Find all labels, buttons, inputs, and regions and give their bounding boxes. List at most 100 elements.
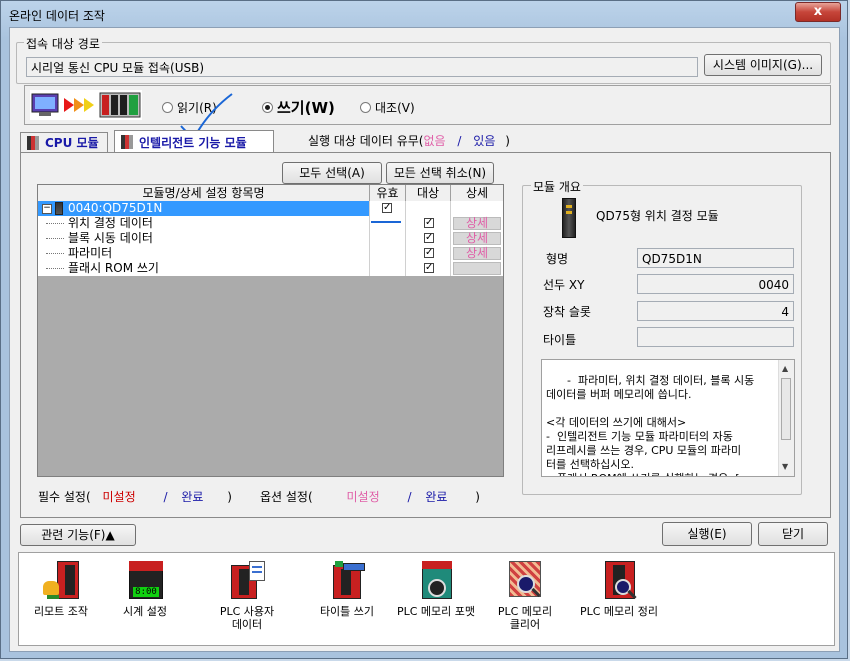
module-detail-cell <box>451 201 503 216</box>
plc-memory-arrange-icon <box>601 561 637 601</box>
tab-cpu-module[interactable]: CPU 모듈 <box>20 132 108 152</box>
optional-close: ) <box>475 490 480 504</box>
select-all-button[interactable]: 모두 선택(A) <box>282 162 382 184</box>
model-label: 형명 <box>546 252 569 266</box>
optional-label: 옵션 설정( <box>260 490 313 504</box>
module-description-box[interactable]: - 파라미터, 위치 결정 데이터, 블록 시동 데이터를 버퍼 메모리에 씁니… <box>541 359 795 477</box>
required-close: ) <box>227 490 232 504</box>
clock-setting-icon: 8:00 <box>127 561 163 601</box>
row-detail-cell: 상세 <box>451 231 503 246</box>
deselect-all-button[interactable]: 모든 선택 취소(N) <box>386 162 494 184</box>
cpu-module-icon <box>27 135 39 150</box>
table-row[interactable]: 플래시 ROM 쓰기 ✓ <box>38 261 503 276</box>
tool-label: PLC 메모리 포맷 <box>396 605 476 618</box>
scroll-up-icon[interactable]: ▲ <box>782 362 788 376</box>
row-name-cell: 위치 결정 데이터 <box>38 216 370 231</box>
row-valid-cell <box>370 261 406 276</box>
detail-button[interactable]: 상세 <box>453 232 501 245</box>
row-target-checkbox[interactable]: ✓ <box>424 218 434 228</box>
tool-plc-user-data[interactable]: PLC 사용자 데이터 <box>205 561 289 631</box>
tool-plc-memory-clear[interactable]: PLC 메모리 클리어 <box>489 561 561 631</box>
row-detail-cell: 상세 <box>451 246 503 261</box>
tab-intelligent-module[interactable]: 인텔리전트 기능 모듈 <box>114 130 274 153</box>
related-functions-panel: 리모트 조작 8:00 시계 설정 PLC 사용자 데이터 타이틀 쓰기 PLC… <box>18 552 835 646</box>
row-target-cell: ✓ <box>406 231 451 246</box>
module-row-label: 0040:QD75D1N <box>68 201 163 215</box>
qd75-module-icon <box>562 198 576 238</box>
title-label: 타이틀 <box>543 333 577 347</box>
exec-exist-label: 있음 <box>473 134 496 148</box>
collapse-toggle-icon[interactable]: − <box>42 204 52 214</box>
connection-path-label: 접속 대상 경로 <box>24 35 102 52</box>
exec-none-label: 없음 <box>423 134 446 148</box>
remote-operation-icon <box>43 561 79 601</box>
required-done-label: 완료 <box>181 490 204 504</box>
tool-label-line2: 데이터 <box>231 618 263 631</box>
row-valid-cell <box>370 231 406 246</box>
tool-label: 시계 설정 <box>123 605 167 618</box>
column-header-valid: 유효 <box>370 185 406 201</box>
write-radio-button[interactable] <box>262 102 273 113</box>
detail-button[interactable]: 상세 <box>453 217 501 230</box>
tool-label: PLC 메모리 정리 <box>579 605 659 618</box>
intelligent-module-icon <box>121 135 133 149</box>
row-target-checkbox[interactable]: ✓ <box>424 233 434 243</box>
tool-label-line2: 클리어 <box>509 618 541 631</box>
row-target-cell: ✓ <box>406 261 451 276</box>
module-valid-checkbox[interactable]: ✓ <box>382 203 392 213</box>
tool-label: 타이틀 쓰기 <box>319 605 375 618</box>
plc-memory-format-icon <box>418 561 454 601</box>
table-row[interactable]: 위치 결정 데이터 ✓ 상세 <box>38 216 503 231</box>
exec-slash: / <box>457 134 462 148</box>
execute-button[interactable]: 실행(E) <box>662 522 752 546</box>
detail-button[interactable]: 상세 <box>453 247 501 260</box>
column-header-name: 모듈명/상세 설정 항목명 <box>38 185 370 201</box>
tool-remote-operation[interactable]: 리모트 조작 <box>25 561 97 618</box>
write-radio-label: 쓰기(W) <box>277 99 335 117</box>
module-overview-label: 모듈 개요 <box>531 178 583 195</box>
tool-clock-setting[interactable]: 8:00 시계 설정 <box>109 561 181 618</box>
row-name: 파라미터 <box>68 246 113 260</box>
related-functions-button[interactable]: 관련 기능(F)▲ <box>20 524 136 546</box>
tool-plc-memory-format[interactable]: PLC 메모리 포맷 <box>389 561 483 618</box>
close-window-button[interactable]: x <box>795 2 841 22</box>
row-name: 플래시 ROM 쓰기 <box>68 261 159 275</box>
row-target-checkbox[interactable]: ✓ <box>424 248 434 258</box>
row-target-checkbox[interactable]: ✓ <box>424 263 434 273</box>
model-field: QD75D1N <box>637 248 794 268</box>
tree-branch <box>46 253 64 254</box>
dialog-client: 접속 대상 경로 시리얼 통신 CPU 모듈 접속(USB) 시스템 이미지(G… <box>9 27 840 652</box>
row-detail-cell: 상세 <box>451 216 503 231</box>
tool-label-line1: PLC 사용자 <box>219 605 275 618</box>
table-row[interactable]: 파라미터 ✓ 상세 <box>38 246 503 261</box>
scroll-thumb[interactable] <box>781 378 791 440</box>
verify-radio[interactable]: 대조(V) <box>360 99 415 116</box>
tree-branch <box>46 268 64 269</box>
module-row[interactable]: − 0040:QD75D1N ✓ <box>38 201 503 216</box>
tree-branch <box>46 238 64 239</box>
module-description-text: - 파라미터, 위치 결정 데이터, 블록 시동 데이터를 버퍼 메모리에 씁니… <box>546 374 755 476</box>
scroll-down-icon[interactable]: ▼ <box>782 460 788 474</box>
exec-target-data-label: 실행 대상 데이터 유무( <box>308 134 424 148</box>
system-image-button[interactable]: 시스템 이미지(G)... <box>704 54 822 76</box>
plc-memory-clear-icon <box>507 561 543 601</box>
module-settings-grid: 모듈명/상세 설정 항목명 유효 대상 상세 − 0040:QD75D1N ✓ <box>37 184 504 477</box>
description-scrollbar[interactable]: ▲ ▼ <box>778 360 794 476</box>
tool-plc-memory-arrange[interactable]: PLC 메모리 정리 <box>569 561 669 618</box>
row-valid-cell <box>370 216 406 231</box>
write-radio[interactable]: 쓰기(W) <box>262 97 335 118</box>
close-button[interactable]: 닫기 <box>758 522 828 546</box>
module-target-cell <box>406 201 451 216</box>
online-data-operation-window: 온라인 데이터 조작 x 접속 대상 경로 시리얼 통신 CPU 모듈 접속(U… <box>0 0 848 659</box>
tool-title-write[interactable]: 타이틀 쓰기 <box>305 561 389 618</box>
grid-header: 모듈명/상세 설정 항목명 유효 대상 상세 <box>38 185 503 202</box>
read-radio-button[interactable] <box>162 102 173 113</box>
row-name-cell: 파라미터 <box>38 246 370 261</box>
slot-label: 장착 슬롯 <box>543 305 591 319</box>
required-label: 필수 설정( <box>38 490 91 504</box>
tab-cpu-module-label: CPU 모듈 <box>45 136 99 150</box>
verify-radio-button[interactable] <box>360 102 371 113</box>
detail-button-disabled <box>453 262 501 275</box>
table-row[interactable]: 블록 시동 데이터 ✓ 상세 <box>38 231 503 246</box>
head-xy-field: 0040 <box>637 274 794 294</box>
